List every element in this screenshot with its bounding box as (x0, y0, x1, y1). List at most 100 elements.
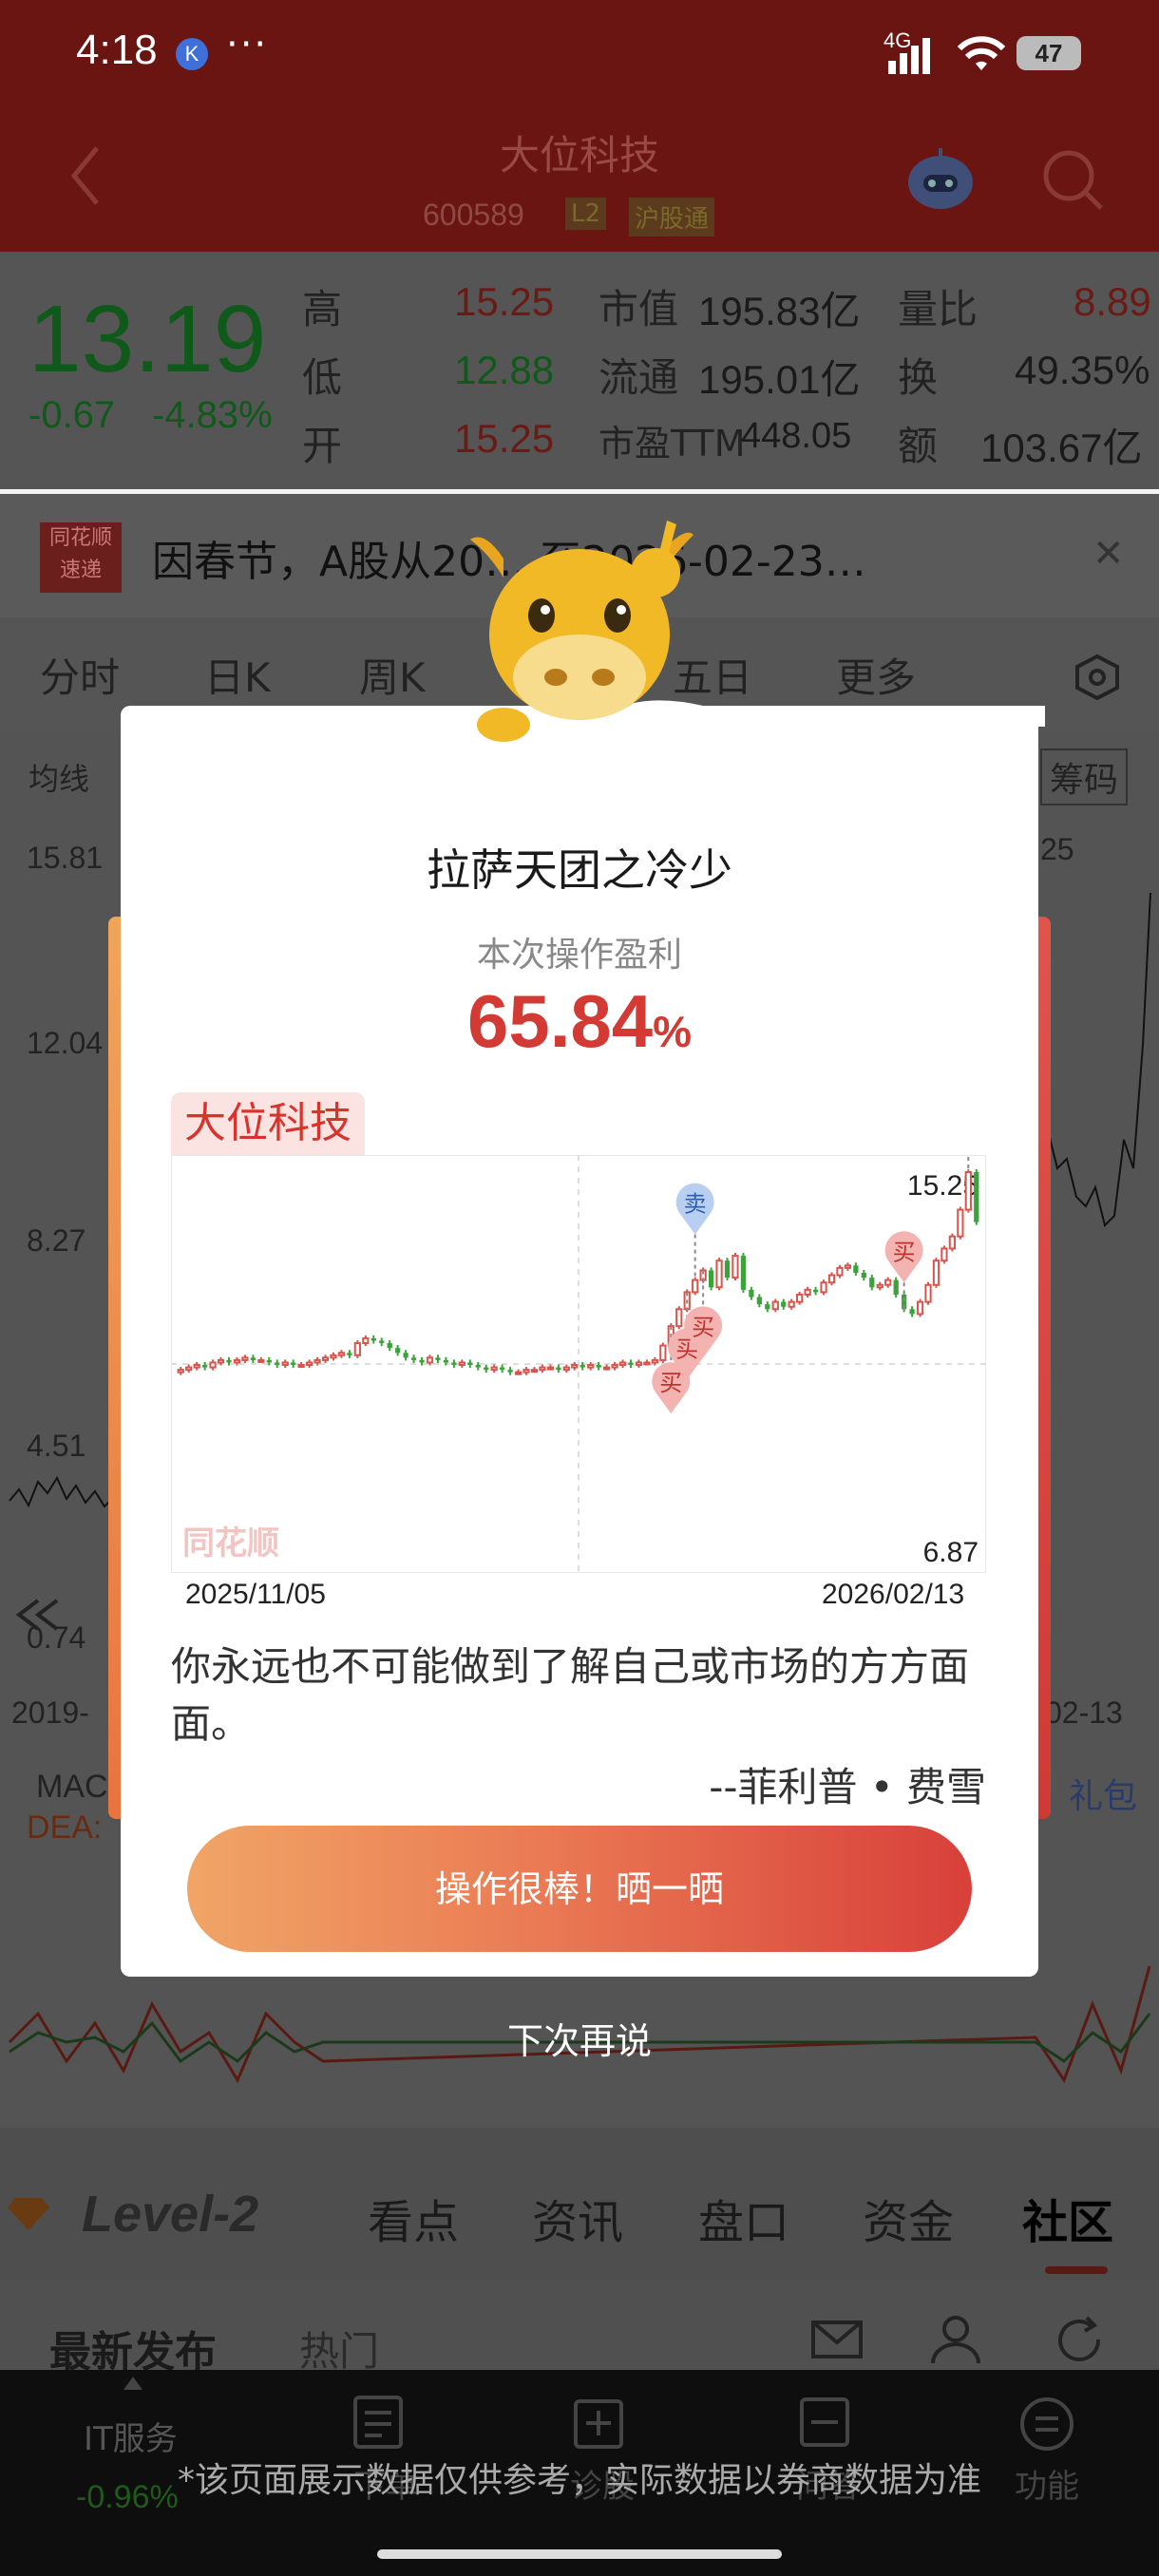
candle (796, 1293, 804, 1303)
high-value: 15.25 (454, 279, 555, 324)
candle (708, 1270, 714, 1288)
candle (177, 1369, 184, 1373)
tab-level2[interactable]: Level-2 (82, 2185, 258, 2244)
candle (587, 1364, 595, 1369)
candle (458, 1361, 466, 1367)
search-icon[interactable] (1040, 147, 1107, 214)
popup-subtitle: 本次操作盈利 (476, 936, 682, 975)
turnover-label: 换 (898, 354, 939, 401)
candle (932, 1260, 940, 1286)
profit-value: 65.84 (466, 979, 654, 1063)
candle (370, 1337, 376, 1341)
later-button[interactable]: 下次再说 (0, 2012, 1159, 2064)
settings-hex-icon[interactable] (1074, 653, 1121, 701)
user-icon[interactable] (929, 2314, 982, 2365)
candle (241, 1356, 249, 1361)
candle (410, 1357, 417, 1360)
candle (618, 1361, 627, 1367)
gift-link[interactable]: 礼包 (1069, 1769, 1137, 1818)
candle (379, 1340, 385, 1344)
candle (426, 1356, 434, 1364)
indicator-selector[interactable]: 均线 (28, 755, 89, 799)
candle (964, 1171, 972, 1211)
candle (740, 1256, 747, 1290)
candle (217, 1358, 225, 1364)
candle (281, 1361, 289, 1367)
mail-icon[interactable] (810, 2318, 864, 2361)
candle (635, 1361, 643, 1367)
candle (185, 1366, 193, 1372)
tab-news[interactable]: 资讯 (532, 2185, 623, 2251)
signal-icon (888, 38, 930, 74)
home-indicator[interactable] (377, 2549, 782, 2559)
chart-end-date: 2026/02/13 (822, 1579, 965, 1610)
candle (628, 1362, 634, 1366)
collapse-left-icon[interactable] (10, 1596, 76, 1634)
candle (659, 1344, 667, 1361)
candle (314, 1358, 321, 1364)
profit-percentage: 65.84% (121, 978, 1038, 1065)
turnover-value: 49.35% (1015, 348, 1150, 392)
share-button-label[interactable]: 操作很棒！晒一晒 (187, 1860, 972, 1912)
tab-weekly-k[interactable]: 周K (359, 646, 426, 704)
diagnose-icon[interactable] (570, 2394, 627, 2451)
candle (812, 1289, 819, 1293)
candle (562, 1366, 570, 1372)
popup-title: 拉萨天团之冷少 (427, 844, 732, 896)
candle (500, 1367, 505, 1371)
feed-hot[interactable]: 热门 (299, 2320, 379, 2377)
robot-assistant-icon[interactable] (902, 142, 978, 214)
tab-funds[interactable]: 资金 (863, 2185, 954, 2251)
tab-intraday[interactable]: 分时 (40, 646, 120, 704)
candle (788, 1300, 795, 1308)
candle (732, 1255, 739, 1279)
dea-label: DEA: (27, 1809, 103, 1846)
candle (490, 1366, 498, 1372)
mktcap-label: 市值 (598, 286, 679, 332)
candle (974, 1172, 979, 1222)
tab-community[interactable]: 社区 (1022, 2185, 1113, 2251)
float-value: 195.01亿 (698, 357, 861, 402)
candle (337, 1352, 346, 1356)
candle (266, 1359, 272, 1363)
candle (820, 1281, 827, 1294)
battery-icon: 47 (1016, 36, 1081, 70)
order-icon[interactable] (350, 2394, 407, 2451)
close-icon[interactable]: ✕ (1092, 532, 1125, 576)
candle (884, 1279, 892, 1286)
news-logo-top: 同花顺 (48, 526, 112, 550)
candle (226, 1359, 232, 1363)
amount-label: 额 (898, 423, 939, 469)
candle (193, 1364, 200, 1369)
candle (530, 1369, 539, 1373)
tab-daily-k[interactable]: 日K (204, 646, 271, 704)
candle (443, 1359, 449, 1363)
candle (475, 1365, 481, 1368)
candle (869, 1278, 875, 1288)
candle (250, 1357, 256, 1360)
tab-order-book[interactable]: 盘口 (698, 2185, 789, 2251)
diamond-icon (8, 2198, 49, 2230)
candle (715, 1260, 723, 1289)
wifi-icon (958, 36, 1005, 70)
candle (948, 1235, 957, 1250)
candle (291, 1362, 296, 1366)
refresh-icon[interactable] (1053, 2314, 1106, 2365)
candle (347, 1353, 352, 1355)
price-change-pct: -4.83% (152, 394, 273, 436)
candle (514, 1371, 522, 1375)
candle (580, 1365, 585, 1368)
macd-label: MAC (36, 1769, 108, 1805)
buy-marker-label: 买 (692, 1314, 714, 1340)
candle (692, 1279, 699, 1294)
candle (643, 1361, 651, 1366)
pe-value: 448.05 (741, 416, 852, 456)
candle (940, 1247, 948, 1262)
menu-icon[interactable] (1018, 2396, 1075, 2453)
status-time: 4:18 (76, 27, 158, 73)
qa-icon[interactable] (796, 2394, 853, 2451)
tab-highlights[interactable]: 看点 (368, 2185, 459, 2251)
chip-button[interactable]: 筹码 (1040, 748, 1129, 805)
candle (804, 1288, 811, 1296)
candle (484, 1367, 489, 1371)
